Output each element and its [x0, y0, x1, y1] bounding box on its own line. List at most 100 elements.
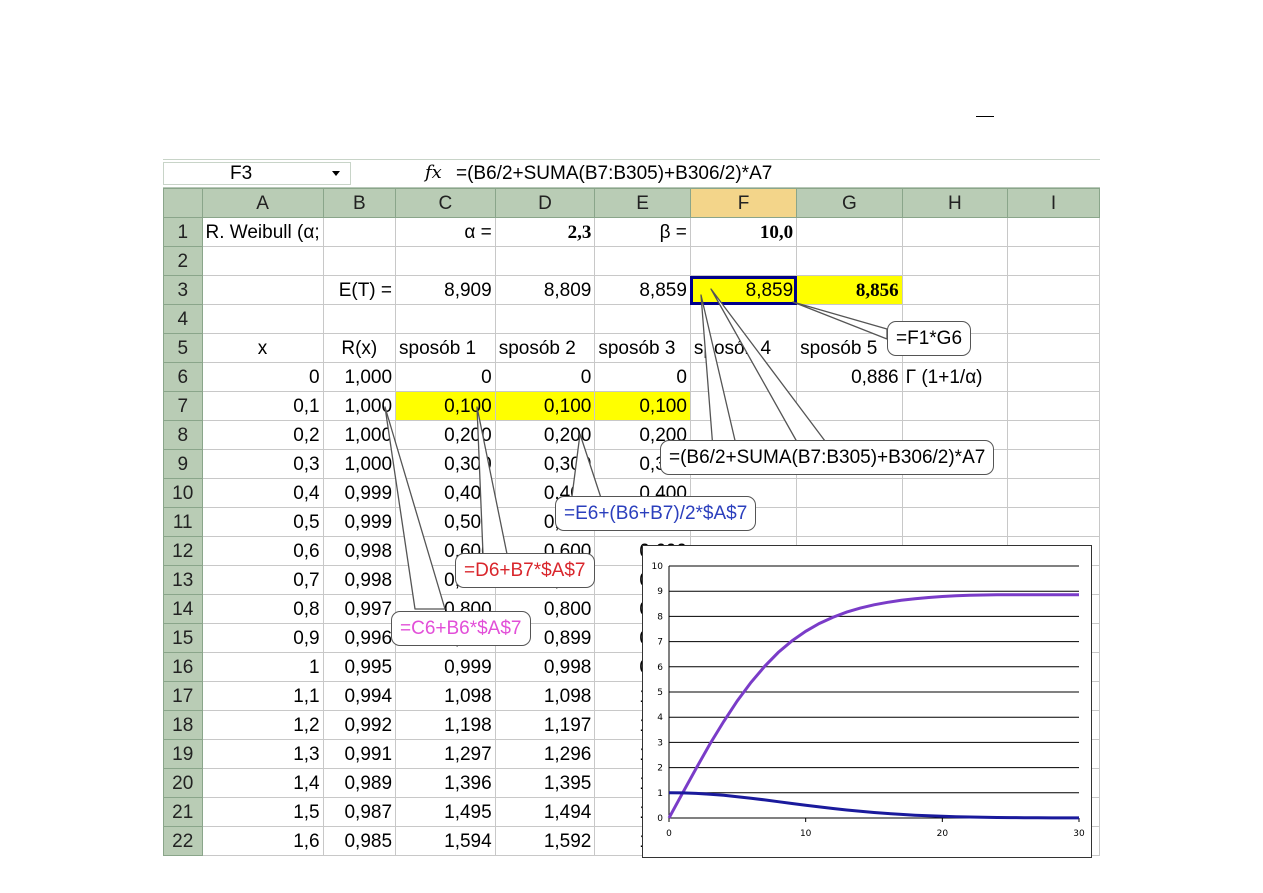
- cell-a12[interactable]: 0,6: [201, 536, 324, 566]
- cell-f6[interactable]: [689, 362, 798, 392]
- column-header-h[interactable]: H: [901, 188, 1009, 218]
- cell-c8[interactable]: 0,200: [395, 420, 496, 450]
- name-box[interactable]: F3: [163, 162, 351, 185]
- cell-f2[interactable]: [689, 246, 798, 276]
- cell-c3[interactable]: 8,909: [395, 275, 496, 305]
- cell-a8[interactable]: 0,2: [201, 420, 324, 450]
- cell-i6[interactable]: [1007, 362, 1100, 392]
- cell-a16[interactable]: 1: [201, 652, 324, 682]
- cell-b19[interactable]: 0,991: [322, 739, 397, 769]
- cell-i3[interactable]: [1007, 275, 1100, 305]
- cell-a19[interactable]: 1,3: [201, 739, 324, 769]
- cell-d1[interactable]: 2,3: [494, 217, 596, 247]
- cell-d19[interactable]: 1,296: [494, 739, 596, 769]
- cell-g7[interactable]: [796, 391, 903, 421]
- cell-b2[interactable]: [322, 246, 397, 276]
- cell-c9[interactable]: 0,300: [395, 449, 496, 479]
- cell-g1[interactable]: [796, 217, 903, 247]
- cell-a4[interactable]: [201, 304, 324, 334]
- cell-h3[interactable]: [901, 275, 1009, 305]
- row-header-11[interactable]: 11: [163, 507, 203, 537]
- column-header-f[interactable]: F: [689, 188, 798, 218]
- cell-a1[interactable]: R. Weibull (α;: [201, 217, 324, 247]
- cell-b22[interactable]: 0,985: [322, 826, 397, 856]
- row-header-19[interactable]: 19: [163, 739, 203, 769]
- cell-c22[interactable]: 1,594: [395, 826, 496, 856]
- cell-b8[interactable]: 1,000: [322, 420, 397, 450]
- cell-i11[interactable]: [1007, 507, 1100, 537]
- row-header-6[interactable]: 6: [163, 362, 203, 392]
- cell-b9[interactable]: 1,000: [322, 449, 397, 479]
- cell-a15[interactable]: 0,9: [201, 623, 324, 653]
- row-header-1[interactable]: 1: [163, 217, 203, 247]
- cell-c10[interactable]: 0,400: [395, 478, 496, 508]
- cell-c2[interactable]: [395, 246, 496, 276]
- row-header-15[interactable]: 15: [163, 623, 203, 653]
- cell-e4[interactable]: [594, 304, 691, 334]
- cell-b10[interactable]: 0,999: [322, 478, 397, 508]
- cell-h1[interactable]: [901, 217, 1009, 247]
- row-header-3[interactable]: 3: [163, 275, 203, 305]
- column-header-i[interactable]: I: [1007, 188, 1100, 218]
- cell-i2[interactable]: [1007, 246, 1100, 276]
- cell-e3[interactable]: 8,859: [594, 275, 691, 305]
- cell-a20[interactable]: 1,4: [201, 768, 324, 798]
- column-header-g[interactable]: G: [796, 188, 903, 218]
- cell-a11[interactable]: 0,5: [201, 507, 324, 537]
- row-header-13[interactable]: 13: [163, 565, 203, 595]
- cell-b13[interactable]: 0,998: [322, 565, 397, 595]
- cell-i1[interactable]: [1007, 217, 1100, 247]
- cell-g10[interactable]: [796, 478, 903, 508]
- row-header-21[interactable]: 21: [163, 797, 203, 827]
- column-header-d[interactable]: D: [494, 188, 596, 218]
- cell-e6[interactable]: 0: [594, 362, 691, 392]
- embedded-chart[interactable]: 0 1 2 3 4 5 6 7 8 9 10 0 10 20 30: [642, 545, 1092, 858]
- cell-d7[interactable]: 0,100: [494, 391, 596, 421]
- row-header-5[interactable]: 5: [163, 333, 203, 363]
- cell-h6[interactable]: Γ (1+1/α): [901, 362, 1009, 392]
- column-header-e[interactable]: E: [594, 188, 691, 218]
- cell-d18[interactable]: 1,197: [494, 710, 596, 740]
- row-header-4[interactable]: 4: [163, 304, 203, 334]
- cell-d8[interactable]: 0,200: [494, 420, 596, 450]
- cell-i10[interactable]: [1007, 478, 1100, 508]
- cell-a18[interactable]: 1,2: [201, 710, 324, 740]
- cell-a9[interactable]: 0,3: [201, 449, 324, 479]
- cell-a13[interactable]: 0,7: [201, 565, 324, 595]
- cell-d21[interactable]: 1,494: [494, 797, 596, 827]
- cell-e7[interactable]: 0,100: [594, 391, 691, 421]
- cell-e5[interactable]: sposób 3: [594, 333, 691, 363]
- cell-b11[interactable]: 0,999: [322, 507, 397, 537]
- cell-c20[interactable]: 1,396: [395, 768, 496, 798]
- row-header-20[interactable]: 20: [163, 768, 203, 798]
- cell-d16[interactable]: 0,998: [494, 652, 596, 682]
- cell-c17[interactable]: 1,098: [395, 681, 496, 711]
- cell-a21[interactable]: 1,5: [201, 797, 324, 827]
- cell-h7[interactable]: [901, 391, 1009, 421]
- cell-g3[interactable]: 8,856: [796, 275, 903, 305]
- cell-i4[interactable]: [1007, 304, 1100, 334]
- cell-a6[interactable]: 0: [201, 362, 324, 392]
- chevron-down-icon[interactable]: [332, 171, 340, 176]
- cell-d22[interactable]: 1,592: [494, 826, 596, 856]
- cell-d3[interactable]: 8,809: [494, 275, 596, 305]
- cell-b17[interactable]: 0,994: [322, 681, 397, 711]
- cell-c7[interactable]: 0,100: [395, 391, 496, 421]
- cell-a14[interactable]: 0,8: [201, 594, 324, 624]
- cell-c1[interactable]: α =: [395, 217, 496, 247]
- cell-c19[interactable]: 1,297: [395, 739, 496, 769]
- cell-d6[interactable]: 0: [494, 362, 596, 392]
- cell-d5[interactable]: sposób 2: [494, 333, 596, 363]
- cell-g6[interactable]: 0,886: [796, 362, 903, 392]
- row-header-10[interactable]: 10: [163, 478, 203, 508]
- select-all-corner[interactable]: [163, 188, 203, 218]
- cell-d17[interactable]: 1,098: [494, 681, 596, 711]
- cell-b3[interactable]: E(T) =: [322, 275, 397, 305]
- cell-b1[interactable]: [322, 217, 397, 247]
- cell-f7[interactable]: [689, 391, 798, 421]
- cell-a5[interactable]: x: [201, 333, 324, 363]
- cell-a7[interactable]: 0,1: [201, 391, 324, 421]
- cell-b7[interactable]: 1,000: [322, 391, 397, 421]
- cell-e2[interactable]: [594, 246, 691, 276]
- row-header-9[interactable]: 9: [163, 449, 203, 479]
